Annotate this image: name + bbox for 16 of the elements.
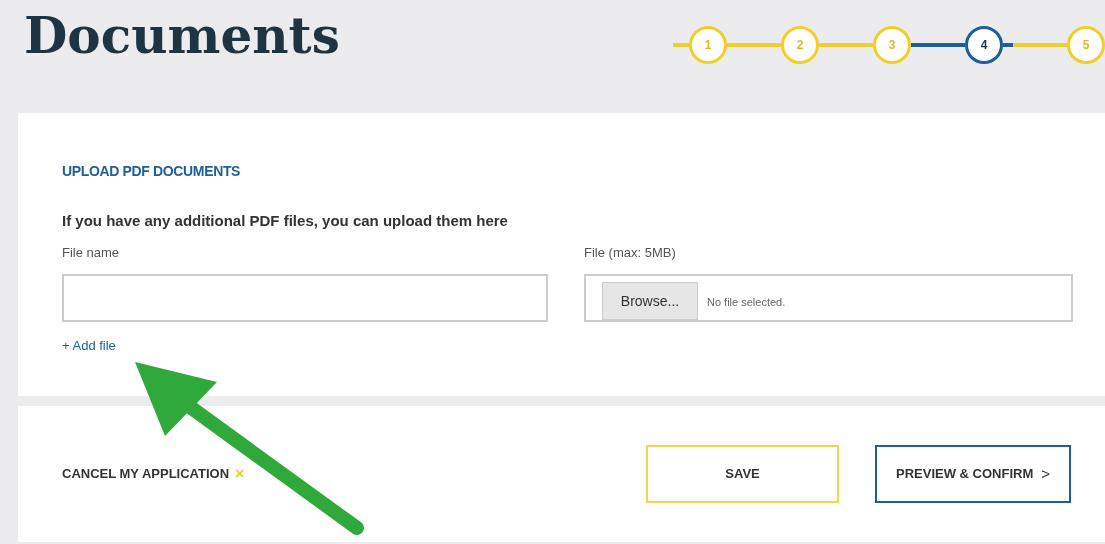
browse-button[interactable]: Browse...: [602, 282, 698, 320]
field-label: File name: [62, 243, 121, 262]
section-heading: UPLOAD PDF DOCUMENTS: [62, 162, 242, 181]
add-file-link[interactable]: + Add file: [62, 336, 548, 356]
no-file-text: No file selected.: [707, 294, 786, 310]
file-name-field[interactable]: [62, 274, 548, 322]
close-icon: ×: [235, 462, 245, 486]
field-label: File (max: 5MB): [584, 243, 677, 262]
chevron-icon: >: [1041, 462, 1050, 486]
save-button[interactable]: SAVE: [646, 445, 839, 503]
step-indicator[interactable]: 4: [965, 26, 1003, 64]
cancel-link[interactable]: CANCEL MY APPLICATION ×: [62, 462, 245, 486]
file-upload-field[interactable]: Browse... No file selected.: [584, 274, 1073, 322]
preview-confirm-button[interactable]: PREVIEW & CONFIRM >: [875, 445, 1071, 503]
page-title: Documents: [24, 6, 340, 66]
intro-text: If you have any additional PDF files, you can upload them here: [62, 211, 509, 231]
